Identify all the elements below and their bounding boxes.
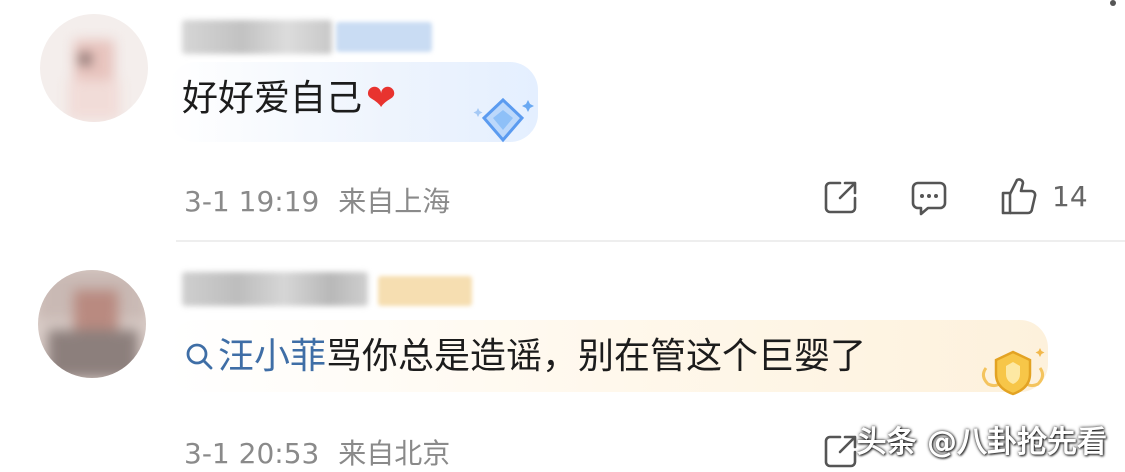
avatar[interactable] (38, 270, 146, 378)
comment-icon (911, 181, 947, 216)
mention-link[interactable]: 汪小菲 (184, 336, 326, 377)
comment-location: 来自北京 (338, 437, 451, 470)
like-count: 14 (1052, 179, 1088, 213)
thumbs-up-icon (1001, 178, 1037, 215)
share-button[interactable] (822, 432, 860, 470)
avatar[interactable] (40, 14, 148, 122)
share-icon (824, 181, 857, 214)
user-badge-blurred (378, 276, 472, 306)
reply-button[interactable] (910, 180, 948, 216)
heart-emoji-icon: ❤ (366, 78, 397, 119)
comment-item: 好好爱自己 ❤ 3-1 19:19 来自上海 14 (0, 0, 1125, 240)
watermark: 头条 @八卦抢先看 (856, 425, 1107, 460)
diamond-badge-icon (472, 96, 534, 150)
search-icon (184, 335, 214, 385)
comment-body: 好好爱自己 (182, 78, 363, 119)
share-icon (824, 435, 857, 468)
share-button[interactable] (822, 178, 860, 216)
comment-text: 汪小菲骂你总是造谣，别在管这个巨婴了 (184, 332, 866, 385)
comment-date: 3-1 20:53 (184, 437, 320, 470)
like-button[interactable]: 14 (1000, 176, 1088, 216)
comment-date: 3-1 19:19 (184, 185, 320, 218)
username-blurred[interactable] (182, 20, 332, 54)
mention-name: 汪小菲 (218, 336, 327, 377)
username-blurred[interactable] (182, 272, 368, 306)
comment-meta: 3-1 20:53 来自北京 (184, 432, 460, 472)
comment-text: 好好爱自己 ❤ (182, 74, 396, 124)
user-badge-blurred (336, 22, 432, 52)
comment-meta: 3-1 19:19 来自上海 (184, 180, 460, 220)
comment-location: 来自上海 (338, 185, 451, 218)
gold-shield-badge-icon (980, 346, 1046, 402)
comment-body: 骂你总是造谣，别在管这个巨婴了 (326, 336, 867, 377)
